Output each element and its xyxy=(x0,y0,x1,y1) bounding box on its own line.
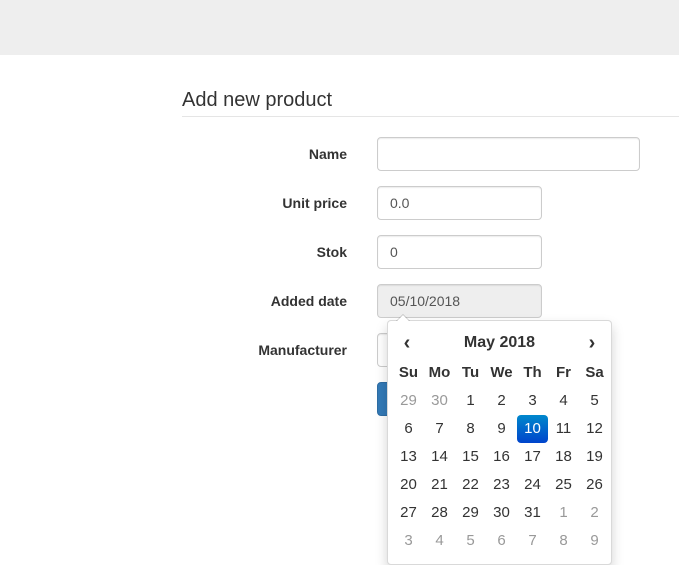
day-cell[interactable]: 1 xyxy=(548,499,579,527)
day-cell[interactable]: 15 xyxy=(455,443,486,471)
datepicker-popup: ‹ May 2018 › Su Mo Tu We Th Fr Sa 29 30 1 2 3 4 5 6 7 8… xyxy=(387,314,612,565)
month-title[interactable]: May 2018 xyxy=(422,334,577,352)
day-cell[interactable]: 29 xyxy=(455,499,486,527)
day-cell[interactable]: 2 xyxy=(486,387,517,415)
day-cell[interactable]: 12 xyxy=(579,415,610,443)
day-cell[interactable]: 21 xyxy=(424,471,455,499)
day-cell[interactable]: 24 xyxy=(517,471,548,499)
day-cell[interactable]: 25 xyxy=(548,471,579,499)
day-cell[interactable]: 16 xyxy=(486,443,517,471)
next-month-button[interactable]: › xyxy=(577,332,607,355)
weekday-label: Su xyxy=(398,364,419,381)
day-cell[interactable]: 26 xyxy=(579,471,610,499)
selected-day[interactable]: 10 xyxy=(517,415,548,443)
title-divider xyxy=(182,116,679,117)
day-cell[interactable]: 2 xyxy=(579,499,610,527)
stok-field[interactable] xyxy=(377,235,542,269)
manufacturer-label: Manufacturer xyxy=(258,342,347,358)
weekday-label: We xyxy=(490,364,513,381)
day-cell[interactable]: 4 xyxy=(424,527,455,555)
weekday-label: Th xyxy=(523,364,542,381)
day-cell[interactable]: 11 xyxy=(548,415,579,443)
prev-month-button[interactable]: ‹ xyxy=(392,332,422,355)
day-grid: 29 30 1 2 3 4 5 6 7 8 9 10 11 12 13 14 15 16 17 18 19 20 21 22 2… xyxy=(393,387,607,555)
day-cell[interactable]: 14 xyxy=(424,443,455,471)
day-cell[interactable]: 30 xyxy=(424,387,455,415)
page-title: Add new product xyxy=(182,89,333,111)
name-field[interactable] xyxy=(377,137,640,171)
stok-label: Stok xyxy=(316,244,347,260)
unit-price-label: Unit price xyxy=(282,195,347,211)
day-cell[interactable]: 20 xyxy=(393,471,424,499)
day-cell[interactable]: 8 xyxy=(455,415,486,443)
datepicker-header: ‹ May 2018 › xyxy=(392,327,607,359)
day-cell[interactable]: 28 xyxy=(424,499,455,527)
top-navbar xyxy=(0,0,679,55)
day-cell[interactable]: 30 xyxy=(486,499,517,527)
day-cell[interactable]: 17 xyxy=(517,443,548,471)
day-cell[interactable]: 9 xyxy=(579,527,610,555)
day-cell[interactable]: 8 xyxy=(548,527,579,555)
day-cell[interactable]: 6 xyxy=(393,415,424,443)
day-cell[interactable]: 4 xyxy=(548,387,579,415)
day-cell[interactable]: 7 xyxy=(517,527,548,555)
day-cell[interactable]: 19 xyxy=(579,443,610,471)
day-cell[interactable]: 7 xyxy=(424,415,455,443)
day-cell[interactable]: 9 xyxy=(486,415,517,443)
day-cell[interactable]: 3 xyxy=(393,527,424,555)
unit-price-field[interactable] xyxy=(377,186,542,220)
added-date-field[interactable] xyxy=(377,284,542,318)
added-date-label: Added date xyxy=(270,293,347,309)
weekday-label: Mo xyxy=(428,364,451,381)
day-cell[interactable]: 1 xyxy=(455,387,486,415)
day-cell[interactable]: 31 xyxy=(517,499,548,527)
weekday-label: Fr xyxy=(556,364,571,381)
day-cell[interactable]: 27 xyxy=(393,499,424,527)
day-cell[interactable]: 29 xyxy=(393,387,424,415)
day-cell[interactable]: 6 xyxy=(486,527,517,555)
day-cell[interactable]: 23 xyxy=(486,471,517,499)
weekday-header: Su Mo Tu We Th Fr Sa xyxy=(393,359,607,387)
weekday-label: Sa xyxy=(585,364,604,381)
day-cell[interactable]: 13 xyxy=(393,443,424,471)
day-cell[interactable]: 18 xyxy=(548,443,579,471)
day-cell[interactable]: 5 xyxy=(455,527,486,555)
name-label: Name xyxy=(308,146,347,162)
weekday-label: Tu xyxy=(461,364,480,381)
day-cell[interactable]: 5 xyxy=(579,387,610,415)
day-cell[interactable]: 22 xyxy=(455,471,486,499)
day-cell[interactable]: 3 xyxy=(517,387,548,415)
